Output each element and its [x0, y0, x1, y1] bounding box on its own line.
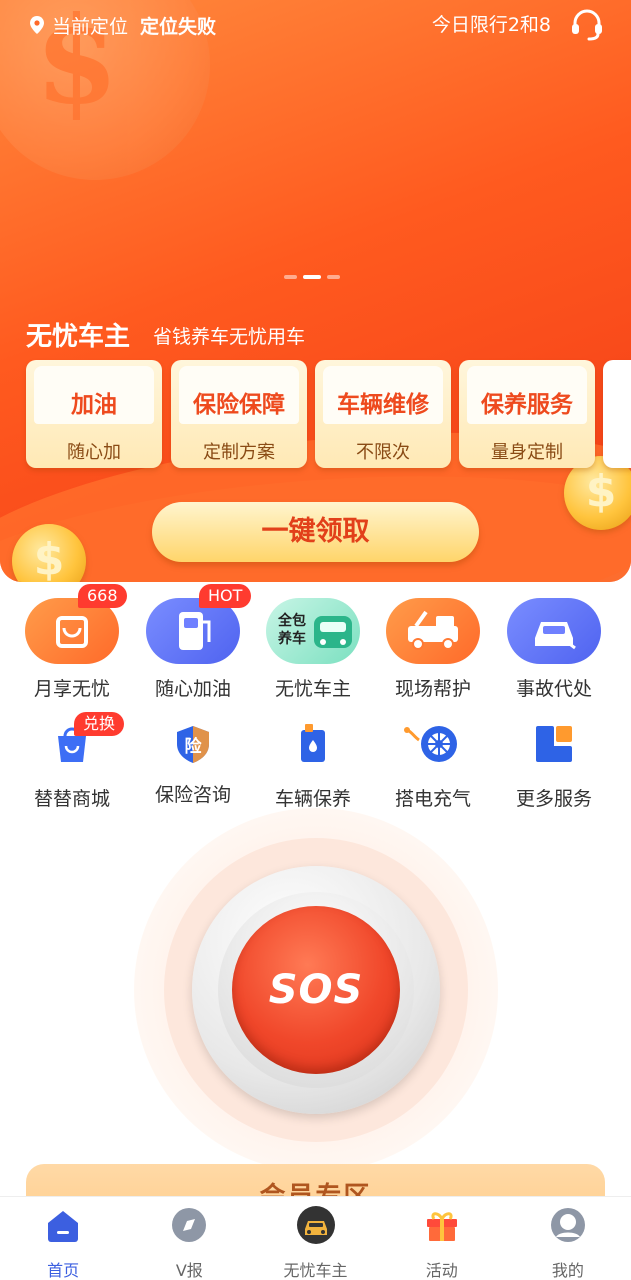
promo-card-title: 加油 — [71, 392, 117, 418]
service-mall[interactable]: 兑换 替替商城 — [12, 712, 132, 811]
hot-badge: HOT — [199, 584, 252, 608]
tow-truck-icon — [386, 598, 480, 664]
promo-card-title: 保养服务 — [481, 392, 573, 418]
tab-label: 活动 — [425, 1261, 458, 1280]
bottom-tab-bar: 首页 V报 无忧车主 活动 我的 — [0, 1196, 631, 1280]
service-roadside[interactable]: 现场帮护 — [373, 598, 493, 701]
accident-car-icon — [507, 598, 601, 664]
location-status: 定位失败 — [140, 15, 217, 38]
gift-icon — [426, 1212, 457, 1241]
service-label: 事故代处 — [515, 678, 592, 700]
service-insurance[interactable]: 险 保险咨询 — [133, 722, 253, 807]
promo-card[interactable]: 加油 随心加 — [26, 360, 162, 468]
service-fuel[interactable]: HOT 随心加油 — [133, 584, 253, 701]
service-label: 月享无忧 — [33, 678, 110, 700]
promo-card-partial[interactable] — [603, 360, 631, 468]
service-label: 搭电充气 — [394, 788, 471, 810]
tab-label: V报 — [175, 1261, 203, 1280]
tab-label: 首页 — [47, 1261, 80, 1280]
car-circle-icon — [296, 1206, 335, 1244]
service-jumpstart[interactable]: 搭电充气 — [373, 722, 493, 811]
tab-home[interactable]: 首页 — [0, 1197, 126, 1280]
icon-text: 险 — [184, 737, 202, 757]
oil-can-icon — [301, 724, 325, 762]
service-monthly[interactable]: 668 月享无忧 — [12, 584, 132, 701]
service-accident[interactable]: 事故代处 — [494, 598, 614, 701]
promo-card-title: 车辆维修 — [337, 392, 429, 418]
promo-card-title: 保险保障 — [193, 392, 285, 418]
compass-icon — [172, 1208, 207, 1242]
promo-card-subtitle: 不限次 — [356, 442, 410, 463]
promo-card-subtitle: 量身定制 — [491, 442, 563, 463]
tab-activity[interactable]: 活动 — [379, 1197, 505, 1280]
sos-area: SOS — [134, 808, 498, 1172]
service-label: 车辆保养 — [274, 788, 351, 810]
service-label: 无忧车主 — [274, 678, 351, 700]
service-label: 替替商城 — [33, 788, 110, 810]
promo-banner[interactable]: $ $ $ 当前定位 定位失败 今日限行2和8 无忧车主 省钱养车无忧用车 加油… — [0, 0, 631, 582]
tire-pump-icon — [404, 726, 457, 762]
promo-card-subtitle: 随心加 — [67, 442, 121, 463]
promo-card[interactable]: 保险保障 定制方案 — [171, 360, 307, 468]
more-grid-icon — [536, 726, 572, 762]
service-maintenance[interactable]: 车辆保养 — [253, 722, 373, 811]
exchange-badge: 兑换 — [74, 712, 125, 736]
service-label: 现场帮护 — [394, 678, 471, 700]
tab-mine[interactable]: 我的 — [505, 1197, 631, 1280]
sos-button[interactable]: SOS — [232, 906, 400, 1074]
promo-card[interactable]: 车辆维修 不限次 — [315, 360, 451, 468]
car-package-icon: 全包 养车 — [266, 598, 360, 664]
location-label: 当前定位 — [52, 15, 129, 38]
count-badge: 668 — [78, 584, 127, 608]
service-more[interactable]: 更多服务 — [494, 722, 614, 811]
customer-service-icon[interactable] — [569, 6, 605, 42]
tab-label: 我的 — [551, 1261, 584, 1280]
tab-carefree[interactable]: 无忧车主 — [252, 1197, 378, 1280]
location-pin-icon — [30, 16, 44, 34]
tab-vreport[interactable]: V报 — [126, 1197, 252, 1280]
claim-button[interactable]: 一键领取 — [152, 502, 479, 562]
service-label: 保险咨询 — [154, 784, 231, 806]
location-bar[interactable]: 当前定位 定位失败 — [30, 12, 216, 38]
tab-label: 无忧车主 — [283, 1261, 348, 1280]
icon-text: 全包 — [278, 613, 306, 629]
carousel-indicator — [284, 275, 340, 279]
icon-text: 养车 — [278, 631, 306, 647]
home-icon — [48, 1211, 79, 1242]
promo-title: 无忧车主 — [26, 322, 131, 352]
promo-card-subtitle: 定制方案 — [203, 442, 275, 463]
service-carefree[interactable]: 全包养车 无忧车主 — [253, 598, 373, 701]
service-label: 随心加油 — [154, 678, 231, 700]
user-icon — [550, 1208, 585, 1242]
promo-subtitle: 省钱养车无忧用车 — [153, 326, 306, 348]
insurance-shield-icon: 险 — [171, 722, 215, 766]
service-label: 更多服务 — [515, 788, 592, 810]
traffic-limit: 今日限行2和8 — [431, 14, 551, 36]
promo-card[interactable]: 保养服务 量身定制 — [459, 360, 595, 468]
